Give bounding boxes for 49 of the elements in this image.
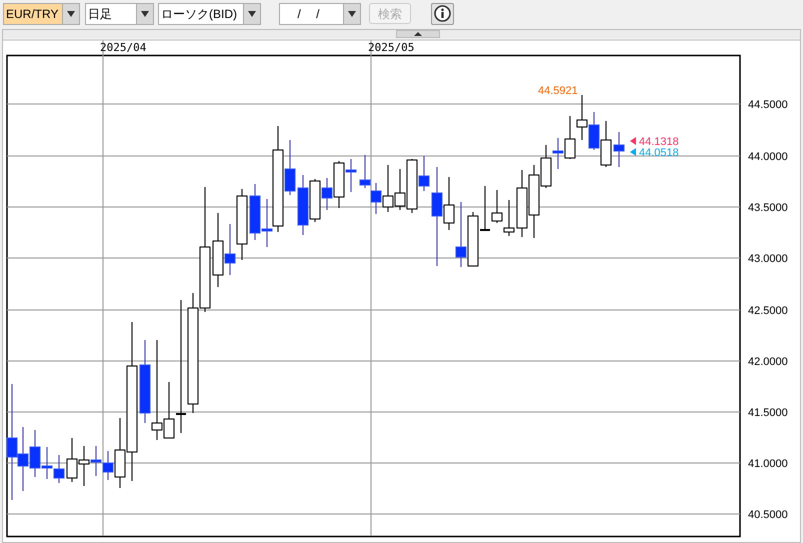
candlestick: [54, 454, 64, 484]
candlestick: [456, 202, 466, 268]
price-axis-label: 42.0000: [748, 356, 788, 368]
price-marker-label: 44.1318: [639, 136, 679, 148]
candlestick: [90, 446, 102, 476]
dropdown-select[interactable]: 日足: [85, 2, 154, 24]
price-axis-label: 41.5000: [748, 407, 788, 419]
dropdown-arrow-icon: [141, 10, 149, 16]
scroll-up-button[interactable]: [396, 30, 440, 38]
candlestick: [504, 200, 514, 236]
info-button[interactable]: [431, 2, 454, 24]
candlestick: [576, 94, 588, 140]
price-marker-label: 44.0518: [639, 147, 679, 159]
candlestick: [564, 116, 576, 160]
candlestick: [552, 138, 564, 170]
candlestick: [588, 112, 600, 150]
candlestick: [468, 212, 478, 266]
candlestick: [250, 184, 260, 240]
candlestick: [394, 168, 406, 210]
candlestick: [66, 438, 78, 482]
candlestick: [492, 190, 502, 224]
candlestick: [600, 120, 612, 168]
dropdown-select[interactable]: ローソク(BID): [158, 2, 261, 24]
candlestick: [360, 154, 370, 188]
candlestick: [78, 446, 90, 486]
price-axis-label: 40.5000: [748, 509, 788, 521]
dropdown-arrow-icon: [348, 10, 356, 16]
price-axis-label: 43.5000: [748, 202, 788, 214]
price-axis-label: 44.0000: [748, 151, 788, 163]
date-label: 2025/05: [368, 41, 414, 54]
candlestick: [236, 188, 248, 260]
dropdown-select[interactable]: EUR/TRY: [3, 2, 80, 24]
date-label: 2025/04: [100, 41, 146, 54]
dropdown-arrow-icon: [67, 10, 75, 16]
price-axis-label: 41.0000: [748, 458, 788, 470]
candlestick: [480, 186, 490, 232]
candlestick: [310, 178, 320, 222]
price-axis-label: 43.0000: [748, 253, 788, 265]
price-axis-label: 42.5000: [748, 305, 788, 317]
candlestick: [614, 132, 624, 168]
caret-up-icon: [414, 32, 422, 36]
info-icon: [434, 5, 451, 22]
price-axis-label: 44.5000: [748, 99, 788, 111]
dropdown-arrow-icon: [248, 10, 256, 16]
candlestick: [516, 170, 528, 238]
candlestick: [346, 158, 356, 192]
high-price-label: 44.5921: [538, 85, 578, 97]
candlestick: [298, 174, 308, 236]
date-field[interactable]: / /: [279, 2, 361, 24]
